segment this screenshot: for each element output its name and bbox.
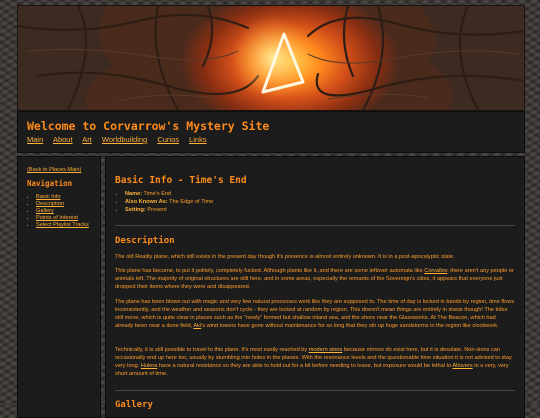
sidebar-item-points-of-interest[interactable]: Points of Interest [36, 215, 78, 221]
list-item: Points of Interest [36, 215, 89, 222]
sidebar-item-basic-info[interactable]: Basic Info [36, 194, 61, 200]
list-item: Also Known As: The Edge of Time [125, 198, 213, 206]
modern-sions-link[interactable]: modern sions [309, 347, 343, 353]
description-heading: Description [115, 236, 175, 246]
info-label: Setting: [125, 207, 146, 213]
list-item: Basic Info [36, 194, 89, 201]
info-label: Name: [125, 191, 143, 197]
site-title: Welcome to Corvarrow's Mystery Site [27, 119, 270, 133]
info-value: Time's End [142, 191, 172, 197]
basic-info-list: Name: Time's End Also Known As: The Edge… [115, 190, 213, 214]
sidebar: (Back to Places Main) Navigation Basic I… [17, 156, 101, 418]
description-paragraph-2: This plane has become, to put it politel… [115, 267, 515, 291]
main-content: Basic Info - Time's End Name: Time's End… [105, 156, 525, 418]
sidebar-nav-list: Basic Info Description Gallery Points of… [27, 194, 89, 229]
forest-illustration [18, 6, 524, 110]
info-value: Present [145, 207, 167, 213]
divider [115, 390, 515, 391]
nav-art[interactable]: Art [82, 135, 92, 144]
gallery-heading: Gallery [115, 400, 153, 410]
list-item: Select Playlist Tracks [36, 222, 89, 229]
sidebar-item-gallery[interactable]: Gallery [36, 208, 54, 214]
nav-curios[interactable]: Curios [157, 135, 179, 144]
text: have a natural resistance so they are ab… [157, 363, 453, 369]
text: This plane has become, to put it politel… [115, 268, 425, 274]
list-item: Name: Time's End [125, 190, 213, 198]
altovers-link[interactable]: Altovers [452, 363, 472, 369]
corvallov-link[interactable]: Corvallov [424, 268, 447, 274]
description-paragraph-1: The old Reality plane, which still exist… [115, 254, 455, 260]
nav-main[interactable]: Main [27, 135, 43, 144]
basic-info-heading: Basic Info - Time's End [115, 175, 247, 186]
divider [115, 225, 515, 226]
nav-worldbuilding[interactable]: Worldbuilding [102, 135, 147, 144]
list-item: Setting: Present [125, 206, 213, 214]
back-to-places-link[interactable]: (Back to Places Main) [27, 167, 81, 173]
info-value: The Edge of Time [167, 199, 214, 205]
list-item: Description [36, 201, 89, 208]
header-banner [17, 5, 525, 111]
nav-links[interactable]: Links [189, 135, 207, 144]
description-paragraph-4: Technically, it is still possible to tra… [115, 346, 515, 378]
sidebar-heading: Navigation [27, 179, 73, 188]
top-nav: Main About Art Worldbuilding Curios Link… [27, 135, 215, 144]
text: Technically, it is still possible to tra… [115, 347, 309, 353]
hulera-link[interactable]: Hulera [141, 363, 157, 369]
list-item: Gallery [36, 208, 89, 215]
info-label: Also Known As: [125, 199, 168, 205]
aki-link[interactable]: Aki [193, 323, 201, 329]
nav-about[interactable]: About [53, 135, 73, 144]
text: 's wind towers have gone without mainten… [201, 323, 499, 329]
description-paragraph-3: The plane has been blown out with magic … [115, 298, 515, 330]
sidebar-item-description[interactable]: Description [36, 201, 64, 207]
sidebar-item-playlist[interactable]: Select Playlist Tracks [36, 222, 89, 228]
site-header: Welcome to Corvarrow's Mystery Site Main… [17, 111, 525, 153]
